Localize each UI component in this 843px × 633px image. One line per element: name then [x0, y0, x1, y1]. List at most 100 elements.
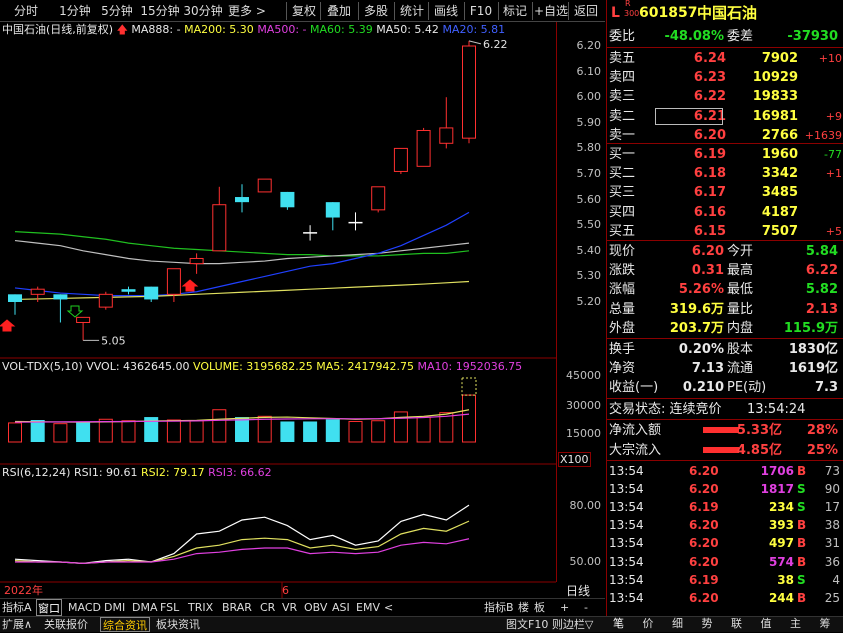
stats-value2: 6.22 — [805, 263, 838, 279]
indicator-tab-0[interactable]: 指标A — [2, 599, 32, 616]
stats-value: 319.6万 — [669, 301, 724, 317]
buy-label: 买五 — [609, 223, 636, 239]
volume-bar — [280, 421, 295, 442]
indicator-tab-6[interactable]: TRIX — [188, 599, 213, 616]
indicator-tab-4[interactable]: DMA — [132, 599, 158, 616]
panel-tab-1[interactable]: 价 — [643, 616, 654, 631]
up-arrow-icon: 🡅 — [116, 23, 128, 36]
panel-tab-7[interactable]: 筹 — [820, 616, 831, 631]
quote-panel: L R 300 601857 中国石油 委比 -48.08% 委差 -37930… — [606, 0, 843, 630]
vol-unit: X100 — [558, 452, 591, 467]
toolbar-btn-r4[interactable]: 画线 — [430, 0, 462, 22]
up-arrow-icon — [181, 279, 199, 292]
toolbar-btn-3[interactable]: 15分钟 — [140, 0, 180, 22]
stats-value2: 5.82 — [805, 282, 838, 298]
stats-row: 涨跌 0.31 最高 6.22 — [607, 261, 843, 280]
panel-tab-0[interactable]: 笔 — [613, 616, 624, 631]
candle — [76, 316, 91, 323]
panel-tab-2[interactable]: 细 — [672, 616, 683, 631]
panel-tab-5[interactable]: 值 — [761, 616, 772, 631]
toolbar-btn-r6[interactable]: 标记 — [500, 0, 530, 22]
price-tick: 5.30 — [576, 269, 602, 283]
volume-bar — [303, 421, 318, 442]
kline-header: 中国石油(日线,前复权) 🡅 MA888: - MA200: 5.30 MA50… — [2, 22, 505, 38]
toolbar-btn-0[interactable]: 分时 — [4, 0, 48, 22]
indicator-right-0[interactable]: 指标B — [484, 599, 514, 616]
toolbar-btn-5[interactable]: 更多 > — [228, 0, 266, 22]
sell-label: 卖一 — [609, 127, 636, 143]
buy-row: 买一 6.19 1960 -77 — [607, 145, 843, 164]
candle — [53, 294, 68, 300]
stats-row: 涨幅 5.26% 最低 5.82 — [607, 280, 843, 299]
tick-price: 6.20 — [689, 518, 719, 533]
ma-line — [14, 211, 470, 297]
candle — [439, 127, 454, 144]
indicator-tab-8[interactable]: CR — [260, 599, 275, 616]
indicator-right-2[interactable]: 板 — [534, 599, 545, 616]
indicator-right-1[interactable]: 楼 — [518, 599, 529, 616]
panel-tab-3[interactable]: 势 — [702, 616, 713, 631]
toolbar-btn-r0[interactable]: 复权 — [288, 0, 320, 22]
stats2-row: 净资 7.13 流通 1619亿 — [607, 359, 843, 378]
tick-price: 6.20 — [689, 554, 719, 569]
bottom-tab-3[interactable]: 板块资讯 — [156, 617, 200, 632]
toolbar-btn-r1[interactable]: 叠加 — [322, 0, 356, 22]
indicator-tab-2[interactable]: MACD — [68, 599, 101, 616]
candle — [212, 204, 227, 252]
tick-direction: S — [797, 572, 806, 587]
tick-row: 13:54 6.20 1706 B 73 — [607, 462, 843, 480]
sell-change: +1639 — [804, 128, 842, 142]
ma888-label: MA888: - — [131, 23, 181, 36]
bottom-tab-0[interactable]: 扩展∧ — [2, 617, 32, 632]
sell-label: 卖二 — [609, 108, 636, 124]
vol-tick: 15000 — [566, 427, 601, 440]
indicator-right-3[interactable]: + — [560, 599, 569, 616]
stats2-value: 0.210 — [682, 380, 724, 396]
toolbar-btn-r7[interactable]: +自选 — [534, 0, 568, 22]
indicator-tab-10[interactable]: OBV — [304, 599, 327, 616]
chart-area[interactable]: 6.22 5.05 — [0, 22, 556, 598]
volume-bar — [98, 418, 113, 443]
indicator-tab-3[interactable]: DMI — [104, 599, 125, 616]
stats2-label2: 流通 — [727, 361, 754, 377]
bottom-tab-2[interactable]: 综合资讯 — [100, 617, 150, 632]
sell-row: 卖五 6.24 7902 +10 — [607, 49, 843, 68]
indicator-right-4[interactable]: - — [584, 599, 588, 616]
toolbar-btn-r8[interactable]: 返回 — [570, 0, 602, 22]
ma50-label: MA50: 5.42 — [376, 23, 439, 36]
indicator-tab-7[interactable]: BRAR — [222, 599, 252, 616]
panel-tab-6[interactable]: 主 — [790, 616, 801, 631]
f10-sidebar-toggle[interactable]: 图文F10 则边栏▽ — [506, 617, 593, 632]
indicator-tab-13[interactable]: < — [384, 599, 393, 616]
tick-volume: 497 — [768, 536, 794, 551]
tick-price: 6.20 — [689, 464, 719, 478]
flow-bar — [703, 446, 739, 453]
toolbar-btn-2[interactable]: 5分钟 — [98, 0, 136, 22]
indicator-tab-11[interactable]: ASI — [332, 599, 350, 616]
candle — [8, 294, 22, 302]
indicator-tab-1[interactable]: 窗口 — [36, 599, 62, 616]
stock-code: 601857 — [639, 5, 698, 21]
toolbar-btn-4[interactable]: 30分钟 — [182, 0, 224, 22]
bottom-tab-1[interactable]: 关联报价 — [44, 617, 88, 632]
indicator-tab-12[interactable]: EMV — [356, 599, 380, 616]
toolbar-btn-1[interactable]: 1分钟 — [58, 0, 92, 22]
tick-price: 6.19 — [689, 572, 719, 587]
buy-volume: 7507 — [761, 223, 798, 239]
stats-value2: 115.9万 — [783, 320, 838, 336]
sell-row: 卖一 6.20 2766 +1639 — [607, 126, 843, 145]
volume-bar — [8, 422, 22, 443]
tick-row: 13:54 6.20 393 B 38 — [607, 516, 843, 534]
stats-value2: 2.13 — [805, 301, 838, 317]
toolbar-btn-r5[interactable]: F10 — [466, 0, 496, 22]
toolbar-btn-r3[interactable]: 统计 — [396, 0, 428, 22]
panel-tab-4[interactable]: 联 — [731, 616, 742, 631]
period-label[interactable]: 日线 — [566, 583, 590, 599]
buy-price: 6.15 — [693, 223, 726, 239]
rsi-header: RSI(6,12,24) RSI1: 90.61 RSI2: 79.17 RSI… — [2, 465, 272, 481]
stats-label2: 最低 — [727, 282, 754, 298]
toolbar-btn-r2[interactable]: 多股 — [360, 0, 392, 22]
indicator-tab-9[interactable]: VR — [282, 599, 297, 616]
indicator-tab-5[interactable]: FSL — [160, 599, 179, 616]
vol-tick: 45000 — [566, 369, 601, 382]
